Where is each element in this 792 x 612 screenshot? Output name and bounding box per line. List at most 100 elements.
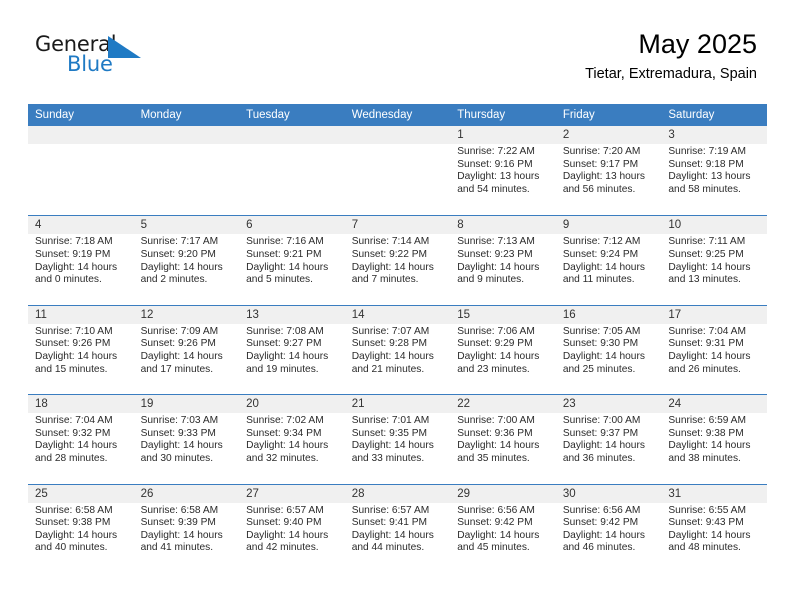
day-number: 30 (562, 487, 576, 500)
calendar-day-cell[interactable]: 13 Sunrise: 7:08 AM Sunset: 9:27 PM Dayligh… (239, 306, 345, 394)
day-number: 20 (246, 398, 259, 411)
brand-logo[interactable]: General Blue (35, 32, 255, 84)
day-details: Sunrise: 7:10 AM Sunset: 9:26 PM Daylight:… (35, 326, 128, 376)
sunset-text: Sunset: 9:26 PM (35, 338, 111, 350)
daylight-text: Daylight: 14 hours and 33 minutes. (351, 440, 434, 464)
sunrise-text: Sunrise: 7:04 AM (35, 415, 113, 427)
calendar-day-cell[interactable]: 16 Sunrise: 7:05 AM Sunset: 9:30 PM Dayligh… (556, 306, 662, 394)
sunset-text: Sunset: 9:36 PM (457, 427, 533, 439)
calendar-day-cell[interactable]: 22 Sunrise: 7:00 AM Sunset: 9:36 PM Dayligh… (450, 395, 556, 483)
calendar-day-cell[interactable]: 8 Sunrise: 7:13 AM Sunset: 9:23 PM Daylight… (450, 216, 556, 304)
sunset-text: Sunset: 9:42 PM (457, 517, 533, 529)
day-details: Sunrise: 6:57 AM Sunset: 9:41 PM Daylight:… (352, 505, 445, 555)
calendar-day-cell-empty (134, 126, 240, 215)
day-details: Sunrise: 7:03 AM Sunset: 9:33 PM Daylight:… (141, 415, 234, 465)
sunset-text: Sunset: 9:35 PM (351, 427, 428, 439)
calendar-day-cell[interactable]: 27 Sunrise: 6:57 AM Sunset: 9:40 PM Dayligh… (239, 485, 345, 573)
calendar-day-cell[interactable]: 21 Sunrise: 7:01 AM Sunset: 9:35 PM Dayligh… (345, 395, 451, 483)
day-details: Sunrise: 7:18 AM Sunset: 9:19 PM Daylight:… (35, 236, 128, 286)
week-cells: 1 Sunrise: 7:22 AM Sunset: 9:16 PM Daylight… (28, 126, 767, 215)
day-number: 10 (668, 219, 682, 232)
day-number: 28 (351, 487, 365, 500)
calendar-day-cell[interactable]: 28 Sunrise: 6:57 AM Sunset: 9:41 PM Dayligh… (345, 485, 451, 573)
calendar-day-cell[interactable]: 14 Sunrise: 7:07 AM Sunset: 9:28 PM Dayligh… (345, 306, 451, 394)
sunrise-text: Sunrise: 7:00 AM (457, 415, 535, 427)
week-cells: 11 Sunrise: 7:10 AM Sunset: 9:26 PM Dayligh… (28, 306, 767, 394)
calendar-day-cell[interactable]: 17 Sunrise: 7:04 AM Sunset: 9:31 PM Dayligh… (661, 306, 767, 394)
sunrise-text: Sunrise: 7:08 AM (246, 325, 324, 337)
day-number: 27 (246, 487, 259, 500)
calendar-day-cell[interactable]: 29 Sunrise: 6:56 AM Sunset: 9:42 PM Dayligh… (450, 485, 556, 573)
daylight-text: Daylight: 14 hours and 25 minutes. (562, 350, 645, 375)
sunrise-text: Sunrise: 7:05 AM (562, 325, 641, 337)
calendar-day-cell[interactable]: 9 Sunrise: 7:12 AM Sunset: 9:24 PM Daylight… (556, 216, 662, 304)
calendar-day-cell[interactable]: 25 Sunrise: 6:58 AM Sunset: 9:38 PM Dayligh… (28, 485, 134, 573)
daylight-text: Daylight: 14 hours and 17 minutes. (140, 350, 223, 375)
sunset-text: Sunset: 9:41 PM (351, 517, 428, 529)
daylight-text: Daylight: 14 hours and 7 minutes. (351, 261, 434, 286)
calendar-day-cell[interactable]: 24 Sunrise: 6:59 AM Sunset: 9:38 PM Dayligh… (661, 395, 767, 483)
day-number: 21 (351, 398, 365, 411)
calendar-day-cell[interactable]: 11 Sunrise: 7:10 AM Sunset: 9:26 PM Dayligh… (28, 306, 134, 394)
day-number: 2 (562, 129, 570, 141)
day-details: Sunrise: 6:59 AM Sunset: 9:38 PM Daylight:… (668, 415, 761, 465)
daylight-text: Daylight: 14 hours and 26 minutes. (668, 350, 751, 375)
calendar-day-cell[interactable]: 10 Sunrise: 7:11 AM Sunset: 9:25 PM Dayligh… (661, 216, 767, 304)
sunrise-text: Sunrise: 7:02 AM (246, 415, 324, 427)
day-details: Sunrise: 7:05 AM Sunset: 9:30 PM Daylight:… (563, 326, 656, 376)
sunrise-text: Sunrise: 7:00 AM (562, 415, 641, 427)
calendar-day-cell[interactable]: 31 Sunrise: 6:55 AM Sunset: 9:43 PM Dayligh… (661, 485, 767, 573)
daylight-text: Daylight: 13 hours and 56 minutes. (562, 171, 645, 195)
day-number: 7 (351, 219, 359, 232)
sunset-text: Sunset: 9:38 PM (35, 517, 111, 529)
calendar-week-row: 25 Sunrise: 6:58 AM Sunset: 9:38 PM Dayligh… (28, 483, 767, 573)
calendar-day-cell[interactable]: 1 Sunrise: 7:22 AM Sunset: 9:16 PM Daylight… (450, 126, 556, 215)
day-number: 8 (457, 219, 464, 232)
calendar-day-cell[interactable]: 12 Sunrise: 7:09 AM Sunset: 9:26 PM Dayligh… (134, 306, 240, 394)
daylight-text: Daylight: 13 hours and 58 minutes. (668, 171, 751, 195)
sunrise-text: Sunrise: 6:58 AM (35, 504, 113, 516)
week-cells: 18 Sunrise: 7:04 AM Sunset: 9:32 PM Dayligh… (28, 395, 767, 483)
daylight-text: Daylight: 14 hours and 45 minutes. (457, 529, 540, 554)
sunset-text: Sunset: 9:28 PM (351, 338, 428, 350)
calendar-day-cell[interactable]: 4 Sunrise: 7:18 AM Sunset: 9:19 PM Daylight… (28, 216, 134, 304)
calendar-day-cell[interactable]: 26 Sunrise: 6:58 AM Sunset: 9:39 PM Dayligh… (134, 485, 240, 573)
sunrise-text: Sunrise: 7:14 AM (351, 236, 430, 248)
calendar-day-cell[interactable]: 3 Sunrise: 7:19 AM Sunset: 9:18 PM Daylight… (661, 126, 767, 215)
calendar-day-cell[interactable]: 15 Sunrise: 7:06 AM Sunset: 9:29 PM Dayligh… (450, 306, 556, 394)
day-number: 15 (457, 308, 471, 321)
day-number: 23 (562, 398, 576, 411)
sunset-text: Sunset: 9:30 PM (562, 338, 639, 350)
daylight-text: Daylight: 14 hours and 19 minutes. (246, 350, 329, 375)
page-title: May 2025 (638, 29, 757, 59)
title-block: May 2025 Tietar, Extremadura, Spain (585, 28, 757, 83)
brand-name-blue: Blue (67, 52, 113, 76)
sunset-text: Sunset: 9:37 PM (562, 427, 639, 439)
calendar-day-cell[interactable]: 30 Sunrise: 6:56 AM Sunset: 9:42 PM Dayligh… (556, 485, 662, 573)
day-number: 24 (668, 398, 682, 411)
sunset-text: Sunset: 9:40 PM (246, 517, 322, 529)
calendar-day-cell[interactable]: 18 Sunrise: 7:04 AM Sunset: 9:32 PM Dayligh… (28, 395, 134, 483)
sunset-text: Sunset: 9:34 PM (246, 427, 322, 439)
calendar-day-cell[interactable]: 7 Sunrise: 7:14 AM Sunset: 9:22 PM Daylight… (345, 216, 451, 304)
sunset-text: Sunset: 9:20 PM (140, 248, 216, 260)
sunrise-text: Sunrise: 7:16 AM (246, 236, 324, 248)
calendar-day-cell[interactable]: 19 Sunrise: 7:03 AM Sunset: 9:33 PM Dayligh… (134, 395, 240, 483)
sunset-text: Sunset: 9:42 PM (562, 517, 639, 529)
weekday-header-tuesday: Tuesday (246, 109, 290, 121)
calendar-day-cell[interactable]: 6 Sunrise: 7:16 AM Sunset: 9:21 PM Daylight… (239, 216, 345, 304)
daylight-text: Daylight: 14 hours and 38 minutes. (668, 440, 751, 464)
location-subtitle: Tietar, Extremadura, Spain (585, 66, 757, 82)
calendar-day-cell[interactable]: 5 Sunrise: 7:17 AM Sunset: 9:20 PM Daylight… (134, 216, 240, 304)
sunset-text: Sunset: 9:43 PM (668, 517, 744, 529)
calendar-day-cell[interactable]: 23 Sunrise: 7:00 AM Sunset: 9:37 PM Dayligh… (556, 395, 662, 483)
daylight-text: Daylight: 14 hours and 32 minutes. (246, 440, 329, 464)
sunset-text: Sunset: 9:29 PM (457, 338, 533, 350)
sunset-text: Sunset: 9:25 PM (668, 248, 744, 260)
calendar-day-cell[interactable]: 20 Sunrise: 7:02 AM Sunset: 9:34 PM Dayligh… (239, 395, 345, 483)
calendar-day-cell[interactable]: 2 Sunrise: 7:20 AM Sunset: 9:17 PM Daylight… (556, 126, 662, 215)
day-details: Sunrise: 7:13 AM Sunset: 9:23 PM Daylight:… (457, 236, 550, 286)
sunset-text: Sunset: 9:16 PM (457, 158, 533, 170)
day-details: Sunrise: 7:16 AM Sunset: 9:21 PM Daylight:… (246, 236, 339, 286)
day-details: Sunrise: 7:07 AM Sunset: 9:28 PM Daylight:… (352, 326, 445, 376)
